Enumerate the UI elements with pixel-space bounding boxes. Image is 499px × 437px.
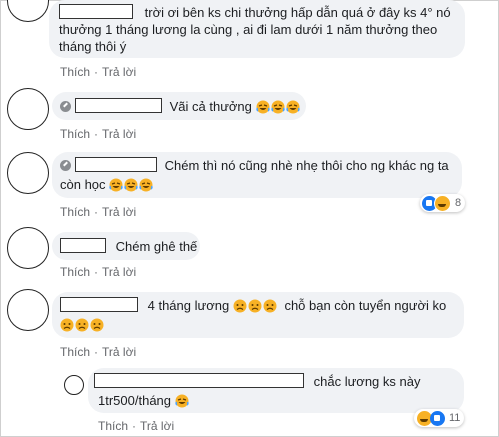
sad-emoji-icon [90, 318, 104, 332]
comment-actions: Thích · Trả lời [60, 205, 136, 219]
comment-text: thưởng 1 tháng lương la cùng , ai đi lam… [59, 22, 438, 37]
redacted-author-name[interactable] [94, 373, 304, 388]
separator: · [94, 265, 99, 279]
edited-icon [60, 101, 71, 112]
comment-actions: Thích · Trả lời [98, 419, 174, 433]
like-link[interactable]: Thích [60, 265, 90, 279]
avatar[interactable] [7, 227, 49, 269]
reply-link[interactable]: Trả lời [102, 265, 136, 279]
sad-emoji-icon [248, 299, 262, 313]
laughing-emoji-icon [270, 100, 285, 114]
comment-actions: Thích · Trả lời [60, 265, 136, 279]
like-link[interactable]: Thích [60, 65, 90, 79]
laughing-emoji-icon [174, 394, 189, 408]
comment-actions: Thích · Trả lời [60, 127, 136, 141]
separator: · [94, 345, 99, 359]
reply-link[interactable]: Trả lời [102, 65, 136, 79]
like-reaction-icon [430, 410, 445, 426]
comment-text: Chém thì nó cũng nhè nhẹ thôi cho ng khá… [164, 158, 449, 173]
comment-text: tháng thôi ý [59, 39, 127, 54]
comment-actions: Thích · Trả lời [60, 65, 136, 79]
sad-emoji-icon [75, 318, 89, 332]
avatar[interactable] [7, 289, 49, 331]
avatar[interactable] [64, 375, 84, 395]
comment-text: chắc lương ks này [313, 374, 421, 389]
sad-emoji-icon [263, 299, 277, 313]
sad-emoji-icon [233, 299, 247, 313]
comment-bubble: Vãi cả thưởng [52, 92, 306, 120]
comment-text: Chém ghê thế [115, 239, 198, 254]
edited-icon [60, 160, 71, 171]
redacted-author-name[interactable] [60, 297, 138, 312]
separator: · [94, 127, 99, 141]
sad-emoji-icon [60, 318, 74, 332]
laughing-emoji-icon [109, 178, 123, 192]
reaction-summary[interactable]: 11 [414, 409, 465, 427]
reply-link[interactable]: Trả lời [102, 127, 136, 141]
comment-actions: Thích · Trả lời [60, 345, 136, 359]
laughing-emoji-icon [124, 178, 138, 192]
comment-bubble: 4 tháng lương chỗ bạn còn tuyển người ko [52, 292, 464, 338]
reply-link[interactable]: Trả lời [140, 419, 174, 433]
separator: · [132, 419, 137, 433]
comment-text: còn học [60, 177, 106, 192]
reaction-summary[interactable]: 8 [420, 194, 466, 212]
laughing-emoji-icon [255, 100, 270, 114]
avatar[interactable] [7, 88, 49, 130]
separator: · [94, 205, 99, 219]
reaction-count: 11 [449, 412, 461, 424]
comment-text: Vãi cả thưởng [169, 99, 252, 114]
like-link[interactable]: Thích [60, 345, 90, 359]
like-link[interactable]: Thích [60, 205, 90, 219]
haha-reaction-icon [434, 194, 451, 212]
comment-text: 1tr500/tháng [98, 393, 172, 408]
separator: · [94, 65, 99, 79]
comment-bubble: Chém thì nó cũng nhè nhẹ thôi cho ng khá… [52, 152, 462, 198]
comment-bubble: trời ơi bên ks chi thưởng hấp dẫn quá ở … [49, 0, 465, 58]
laughing-emoji-icon [139, 178, 153, 192]
comment-bubble: Chém ghê thế [52, 232, 200, 260]
like-link[interactable]: Thích [98, 419, 128, 433]
redacted-author-name[interactable] [75, 157, 157, 172]
reply-link[interactable]: Trả lời [102, 205, 136, 219]
reply-link[interactable]: Trả lời [102, 345, 136, 359]
redacted-author-name[interactable] [60, 238, 106, 253]
comment-text: chỗ bạn còn tuyển người ko [284, 298, 447, 313]
comment-text: 4 tháng lương [147, 298, 230, 313]
comment-bubble: chắc lương ks này 1tr500/tháng [88, 368, 464, 413]
comment-text: trời ơi bên ks chi thưởng hấp dẫn quá ở … [144, 5, 451, 20]
like-link[interactable]: Thích [60, 127, 90, 141]
laughing-emoji-icon [285, 100, 300, 114]
avatar[interactable] [7, 152, 49, 194]
redacted-author-name[interactable] [75, 98, 162, 113]
reaction-count: 8 [455, 197, 462, 209]
redacted-author-name[interactable] [59, 4, 133, 19]
